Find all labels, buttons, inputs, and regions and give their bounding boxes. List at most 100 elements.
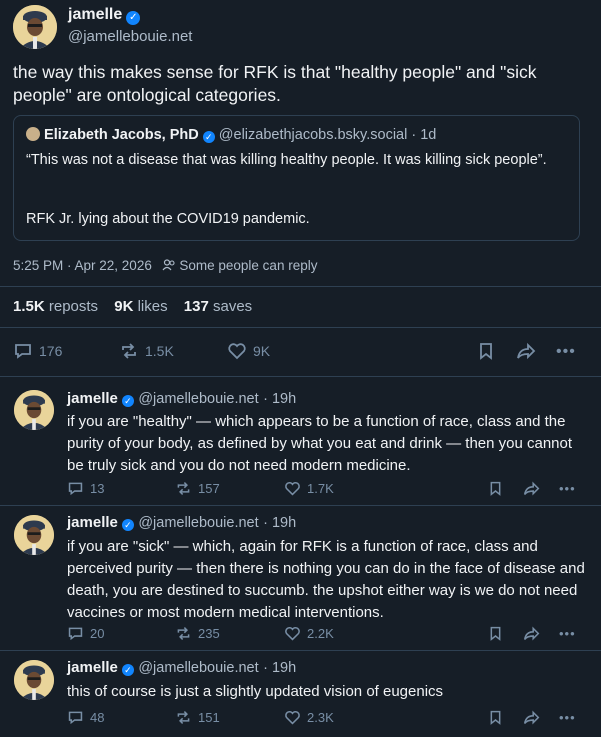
people-icon — [162, 259, 175, 271]
more-options-icon[interactable]: ••• — [559, 626, 576, 641]
reply-author-name[interactable]: jamelle — [67, 390, 118, 407]
avatar-illustration — [14, 660, 54, 700]
author-name[interactable]: jamelle — [68, 6, 122, 23]
reply-text: if you are "healthy" — which appears to … — [67, 413, 573, 474]
reply-header: jamelle ✓ @jamellebouie.net · 19h — [67, 390, 296, 408]
like-button[interactable]: 1.7K — [284, 480, 334, 497]
reply-avatar[interactable] — [14, 515, 54, 555]
quote-text-2: RFK Jr. lying about the COVID19 pandemic… — [26, 211, 310, 227]
author-name-row[interactable]: jamelle ✓ — [68, 6, 141, 25]
repost-button[interactable]: 157 — [175, 480, 220, 497]
reply-icon — [68, 627, 83, 641]
heart-icon — [285, 627, 300, 641]
repost-count: 235 — [198, 626, 220, 641]
repost-icon — [177, 482, 190, 495]
author-avatar[interactable] — [13, 5, 57, 49]
reposts-label: reposts — [48, 298, 99, 315]
bookmark-icon — [480, 343, 492, 360]
repost-icon — [177, 627, 190, 640]
quoted-post[interactable]: Elizabeth Jacobs, PhD ✓ @elizabethjacobs.… — [13, 115, 580, 241]
likes-count: 9K — [114, 298, 134, 315]
reply-count: 13 — [90, 481, 105, 496]
reply-avatar[interactable] — [14, 660, 54, 700]
like-button[interactable]: 2.2K — [284, 625, 334, 642]
post-text: the way this makes sense for RFK is that… — [13, 62, 537, 105]
avatar-illustration — [13, 5, 57, 49]
bookmark-button[interactable] — [488, 625, 503, 642]
divider — [0, 376, 601, 377]
more-options-icon[interactable]: ••• — [559, 710, 576, 725]
bookmark-icon — [490, 710, 501, 725]
likes-label: likes — [137, 298, 168, 315]
reply-author-name[interactable]: jamelle — [67, 659, 118, 676]
repost-count: 151 — [198, 710, 220, 725]
reply-text: this of course is just a slightly update… — [67, 683, 444, 700]
reply-button[interactable]: 20 — [67, 625, 104, 642]
reply-button[interactable]: 176 — [13, 341, 62, 361]
reply-author-handle[interactable]: @jamellebouie.net — [138, 660, 258, 676]
share-icon — [523, 481, 540, 496]
more-options-icon[interactable]: ••• — [559, 481, 576, 496]
reply-button[interactable]: 48 — [67, 709, 104, 726]
repost-count: 157 — [198, 481, 220, 496]
bookmark-button[interactable] — [488, 709, 503, 726]
reply-count: 48 — [90, 710, 105, 725]
post-stats: 1.5K reposts 9K likes 137 saves — [13, 298, 252, 315]
reply-setting[interactable]: Some people can reply — [179, 258, 317, 273]
divider — [0, 650, 601, 651]
repost-button[interactable]: 1.5K — [119, 341, 174, 361]
heart-icon — [285, 711, 300, 725]
reply-icon — [15, 344, 31, 359]
post-meta: 5:25 PM · Apr 22, 2026 Some people can r… — [13, 258, 317, 273]
verified-check-icon: ✓ — [121, 519, 134, 531]
share-button[interactable] — [515, 341, 537, 361]
reply-age: · 19h — [263, 660, 297, 676]
author-handle[interactable]: @jamellebouie.net — [68, 28, 192, 45]
avatar-illustration — [14, 390, 54, 430]
like-count: 2.3K — [307, 710, 334, 725]
saves-stat[interactable]: 137 saves — [184, 298, 252, 315]
reposts-stat[interactable]: 1.5K reposts — [13, 298, 98, 315]
like-button[interactable]: 9K — [227, 341, 270, 361]
reply-age: · 19h — [263, 391, 297, 407]
quote-text: “This was not a disease that was killing… — [26, 152, 547, 168]
repost-button[interactable]: 235 — [175, 625, 220, 642]
reposts-count: 1.5K — [13, 298, 45, 315]
avatar-illustration — [14, 515, 54, 555]
reply-author-handle[interactable]: @jamellebouie.net — [138, 391, 258, 407]
reply-button[interactable]: 13 — [67, 480, 104, 497]
like-button[interactable]: 2.3K — [284, 709, 334, 726]
heart-icon — [285, 482, 300, 496]
reply-header: jamelle ✓ @jamellebouie.net · 19h — [67, 659, 296, 677]
bookmark-icon — [490, 481, 501, 496]
divider — [0, 505, 601, 506]
like-count: 2.2K — [307, 626, 334, 641]
share-icon — [523, 710, 540, 725]
reply-count: 20 — [90, 626, 105, 641]
saves-label: saves — [212, 298, 253, 315]
like-count: 9K — [253, 343, 271, 359]
verified-check-icon: ✓ — [121, 395, 134, 407]
reply-avatar[interactable] — [14, 390, 54, 430]
post-timestamp: 5:25 PM · Apr 22, 2026 — [13, 258, 152, 273]
reply-icon — [68, 711, 83, 725]
bookmark-button[interactable] — [488, 480, 503, 497]
repost-icon — [122, 343, 136, 359]
share-button[interactable] — [522, 625, 541, 642]
verified-check-icon: ✓ — [126, 11, 141, 25]
saves-count: 137 — [183, 298, 209, 315]
share-button[interactable] — [522, 709, 541, 726]
verified-check-icon: ✓ — [202, 131, 215, 143]
share-icon — [523, 626, 540, 641]
reply-author-handle[interactable]: @jamellebouie.net — [138, 515, 258, 531]
more-options-icon[interactable]: ••• — [556, 343, 576, 361]
reply-text: if you are "sick" — which, again for RFK… — [67, 538, 585, 621]
repost-button[interactable]: 151 — [175, 709, 220, 726]
share-button[interactable] — [522, 480, 541, 497]
divider — [0, 327, 601, 328]
reply-author-name[interactable]: jamelle — [67, 514, 118, 531]
quote-age: · 1d — [411, 127, 437, 143]
divider — [0, 286, 601, 287]
likes-stat[interactable]: 9K likes — [114, 298, 167, 315]
bookmark-button[interactable] — [477, 341, 495, 361]
